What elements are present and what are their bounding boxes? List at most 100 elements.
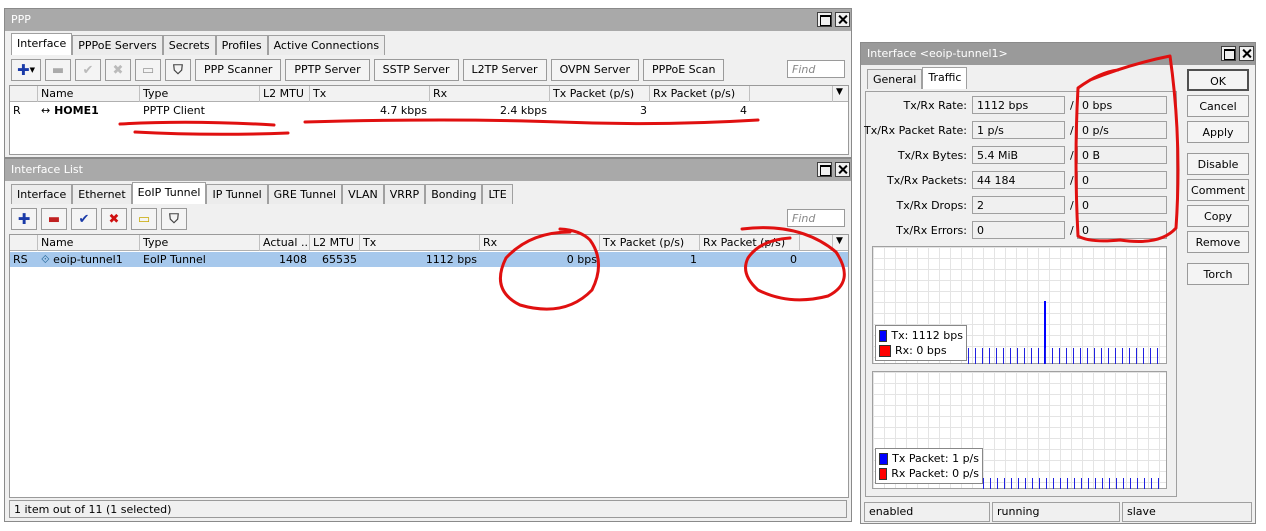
tab-lte[interactable]: LTE xyxy=(482,184,513,204)
row-actual-mtu: 1408 xyxy=(279,253,307,266)
ppp-table: Name Type L2 MTU Tx Rx Tx Packet (p/s) R… xyxy=(9,85,849,155)
column-l2mtu[interactable]: L2 MTU xyxy=(310,235,360,251)
tab-vrrp[interactable]: VRRP xyxy=(383,184,426,204)
sstp-server-button[interactable]: SSTP Server xyxy=(373,59,459,81)
remove-button[interactable]: Remove xyxy=(1187,231,1249,253)
tab-traffic[interactable]: Traffic xyxy=(922,67,968,89)
row-name-text: eoip-tunnel1 xyxy=(53,253,123,266)
column-flags xyxy=(10,86,38,102)
ppp-scanner-button[interactable]: PPP Scanner xyxy=(195,59,282,81)
packet-rate-graph: Tx Packet: 1 p/s Rx Packet: 0 p/s xyxy=(872,371,1167,489)
ppp-title: PPP xyxy=(11,13,31,26)
tab-active-connections[interactable]: Active Connections xyxy=(267,35,386,55)
filter-button[interactable]: ⛉ xyxy=(165,59,191,81)
row-tx: 1112 bps xyxy=(425,253,477,266)
txrx-errors-label: Tx/Rx Errors: xyxy=(896,224,967,237)
find-input[interactable]: Find xyxy=(787,209,845,227)
close-button[interactable] xyxy=(1239,46,1254,61)
tab-ethernet[interactable]: Ethernet xyxy=(72,184,132,204)
cross-icon: ✖ xyxy=(108,211,120,227)
tab-vlan[interactable]: VLAN xyxy=(342,184,384,204)
status-text: 1 item out of 11 (1 selected) xyxy=(14,503,172,516)
column-tx-packet[interactable]: Tx Packet (p/s) xyxy=(600,235,700,251)
maximize-button[interactable] xyxy=(1221,46,1236,61)
column-tx[interactable]: Tx xyxy=(360,235,480,251)
tab-bonding[interactable]: Bonding xyxy=(425,184,483,204)
tab-gre-tunnel[interactable]: GRE Tunnel xyxy=(267,184,343,204)
tx-rate-baseline xyxy=(968,348,1162,364)
column-rx-packet[interactable]: Rx Packet (p/s) xyxy=(650,86,750,102)
disable-button[interactable]: ✖ xyxy=(101,208,127,230)
copy-button[interactable]: Copy xyxy=(1187,205,1249,227)
disable-button[interactable]: ✖ xyxy=(105,59,131,81)
txrx-rate-label: Tx/Rx Rate: xyxy=(903,99,967,112)
ppp-tabs: Interface PPPoE Servers Secrets Profiles… xyxy=(11,33,386,55)
apply-button[interactable]: Apply xyxy=(1187,121,1249,143)
legend-tx-text: Tx: 1112 bps xyxy=(891,329,963,342)
column-type[interactable]: Type xyxy=(140,86,260,102)
maximize-button[interactable] xyxy=(817,12,832,27)
column-tx[interactable]: Tx xyxy=(310,86,430,102)
tab-general[interactable]: General xyxy=(867,69,923,89)
interface-dialog-tabs: General Traffic xyxy=(867,67,968,89)
comment-button[interactable]: Comment xyxy=(1187,179,1249,201)
pptp-server-button[interactable]: PPTP Server xyxy=(285,59,370,81)
comment-button[interactable]: ▭ xyxy=(135,59,161,81)
column-type[interactable]: Type xyxy=(140,235,260,251)
filter-button[interactable]: ⛉ xyxy=(161,208,187,230)
interface-list-titlebar[interactable]: Interface List xyxy=(5,159,851,181)
l2tp-server-button[interactable]: L2TP Server xyxy=(462,59,547,81)
remove-button[interactable]: ▬ xyxy=(45,59,71,81)
disable-button[interactable]: Disable xyxy=(1187,153,1249,175)
column-l2mtu[interactable]: L2 MTU xyxy=(260,86,310,102)
find-input[interactable]: Find xyxy=(787,60,845,78)
maximize-button[interactable] xyxy=(817,162,832,177)
tx-rate-field: 1112 bps xyxy=(972,96,1065,114)
pppoe-scan-button[interactable]: PPPoE Scan xyxy=(642,59,725,81)
legend-rx: Rx: 0 bps xyxy=(879,343,963,358)
tab-profiles[interactable]: Profiles xyxy=(215,35,268,55)
row-type: EoIP Tunnel xyxy=(143,253,206,266)
tab-ip-tunnel[interactable]: IP Tunnel xyxy=(206,184,268,204)
rx-swatch xyxy=(879,467,888,480)
column-rx[interactable]: Rx xyxy=(430,86,550,102)
ppp-titlebar[interactable]: PPP xyxy=(5,9,851,31)
table-row[interactable]: RS ⟐ eoip-tunnel1 EoIP Tunnel 1408 65535… xyxy=(10,252,848,267)
remove-button[interactable]: ▬ xyxy=(41,208,67,230)
row-flag: R xyxy=(13,104,21,117)
close-button[interactable] xyxy=(835,162,850,177)
legend-tx-packet-text: Tx Packet: 1 p/s xyxy=(892,452,979,465)
comment-button[interactable]: ▭ xyxy=(131,208,157,230)
enable-button[interactable]: ✔ xyxy=(71,208,97,230)
torch-button[interactable]: Torch xyxy=(1187,263,1249,285)
row-rx: 2.4 kbps xyxy=(499,104,547,117)
column-actual-mtu[interactable]: Actual ... xyxy=(260,235,310,251)
cancel-button[interactable]: Cancel xyxy=(1187,95,1249,117)
column-rx-packet[interactable]: Rx Packet (p/s) xyxy=(700,235,800,251)
column-menu-arrow[interactable]: ▼ xyxy=(832,235,850,251)
tab-pppoe-servers[interactable]: PPPoE Servers xyxy=(72,35,163,55)
column-rx[interactable]: Rx xyxy=(480,235,600,251)
tab-interface[interactable]: Interface xyxy=(11,33,73,55)
rx-rate-field: 0 bps xyxy=(1077,96,1167,114)
interface-dialog-titlebar[interactable]: Interface <eoip-tunnel1> xyxy=(861,43,1255,65)
column-name[interactable]: Name xyxy=(38,86,140,102)
table-row[interactable]: R ↔ HOME1 PPTP Client 4.7 kbps 2.4 kbps … xyxy=(10,103,848,118)
note-icon: ▭ xyxy=(141,62,155,78)
legend-rx-packet: Rx Packet: 0 p/s xyxy=(879,466,979,481)
column-name[interactable]: Name xyxy=(38,235,140,251)
tab-eoip-tunnel[interactable]: EoIP Tunnel xyxy=(131,182,207,204)
enable-button[interactable]: ✔ xyxy=(75,59,101,81)
ok-button[interactable]: OK xyxy=(1187,69,1249,91)
ovpn-server-button[interactable]: OVPN Server xyxy=(550,59,639,81)
close-button[interactable] xyxy=(835,12,850,27)
minus-icon: ▬ xyxy=(47,211,61,227)
tab-interface[interactable]: Interface xyxy=(11,184,73,204)
status-running: running xyxy=(992,502,1120,522)
dropdown-arrow-icon: ▼ xyxy=(29,66,35,74)
column-tx-packet[interactable]: Tx Packet (p/s) xyxy=(550,86,650,102)
tab-secrets[interactable]: Secrets xyxy=(162,35,216,55)
add-button[interactable]: ✚ ▼ xyxy=(11,59,41,81)
add-button[interactable]: ✚ xyxy=(11,208,37,230)
column-menu-arrow[interactable]: ▼ xyxy=(832,86,850,102)
